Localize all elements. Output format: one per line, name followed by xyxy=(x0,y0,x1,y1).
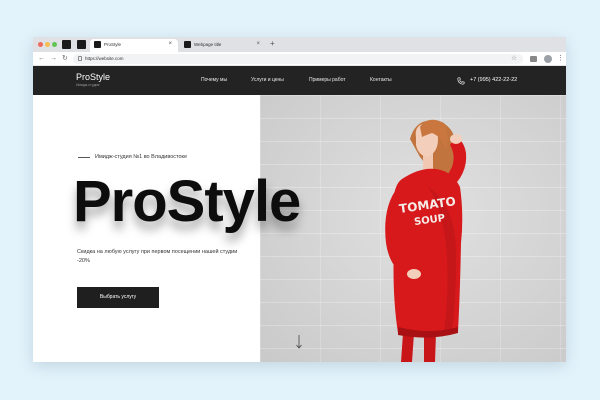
nav-link-services[interactable]: Услуги и цены xyxy=(251,77,284,84)
forward-button[interactable]: → xyxy=(50,54,57,63)
close-window-dot[interactable] xyxy=(38,42,43,47)
hero-tagline: Имидж-студия №1 во Владивостоке xyxy=(95,154,188,160)
maximize-window-dot[interactable] xyxy=(52,42,57,47)
url-text[interactable]: https://website.com xyxy=(85,56,124,62)
close-tab-icon[interactable]: × xyxy=(168,41,172,48)
tab-title: Webpage title xyxy=(194,42,222,47)
logo-subtitle: Имидж-студия xyxy=(76,83,100,87)
site-header: ProStyle Имидж-студия Почему мы Услуги и… xyxy=(33,66,566,95)
new-tab-button[interactable]: + xyxy=(270,39,275,49)
extension-icon[interactable] xyxy=(530,56,537,62)
profile-avatar[interactable] xyxy=(544,55,552,63)
tab-strip: ProStyle × Webpage title × + xyxy=(33,37,566,52)
phone-number[interactable]: +7 (995) 422-22-22 xyxy=(470,77,517,84)
tab-webpage[interactable]: Webpage title × xyxy=(180,39,266,52)
hero-title: ProStyle xyxy=(73,169,301,234)
pinned-tab-2[interactable] xyxy=(77,40,86,49)
lock-icon xyxy=(78,56,82,61)
hero-photo: TOMATO SOUP xyxy=(260,95,566,362)
nav-link-portfolio[interactable]: Примеры работ xyxy=(309,77,346,84)
model-photo-illustration: TOMATO SOUP xyxy=(385,119,467,362)
close-tab-icon[interactable]: × xyxy=(256,41,260,48)
hero-description: Скидка на любую услугу при первом посеще… xyxy=(77,249,238,264)
tagline-dash xyxy=(78,157,90,158)
site-logo[interactable]: ProStyle xyxy=(76,72,110,82)
tab-title: ProStyle xyxy=(104,42,122,47)
browser-window: ProStyle × Webpage title × + ← → ↻ https… xyxy=(33,37,566,362)
address-bar[interactable]: https://website.com ☆ xyxy=(73,54,523,64)
nav-link-why-us[interactable]: Почему мы xyxy=(201,77,227,84)
star-icon[interactable]: ☆ xyxy=(511,55,517,63)
reload-button[interactable]: ↻ xyxy=(62,54,68,63)
pinned-tab-1[interactable] xyxy=(62,40,71,49)
minimize-window-dot[interactable] xyxy=(45,42,50,47)
browser-menu-icon[interactable]: ⋮ xyxy=(557,54,564,63)
arrow-down-icon[interactable] xyxy=(296,335,302,349)
choose-service-button[interactable]: Выбрать услугу xyxy=(77,287,159,308)
back-button[interactable]: ← xyxy=(38,54,45,63)
favicon-icon xyxy=(94,41,101,48)
browser-toolbar: ← → ↻ https://website.com ☆ ⋮ xyxy=(33,52,566,66)
tab-prostyle[interactable]: ProStyle × xyxy=(90,39,178,52)
phone-icon xyxy=(457,77,465,85)
nav-link-contacts[interactable]: Контакты xyxy=(370,77,392,84)
favicon-icon xyxy=(184,41,191,48)
